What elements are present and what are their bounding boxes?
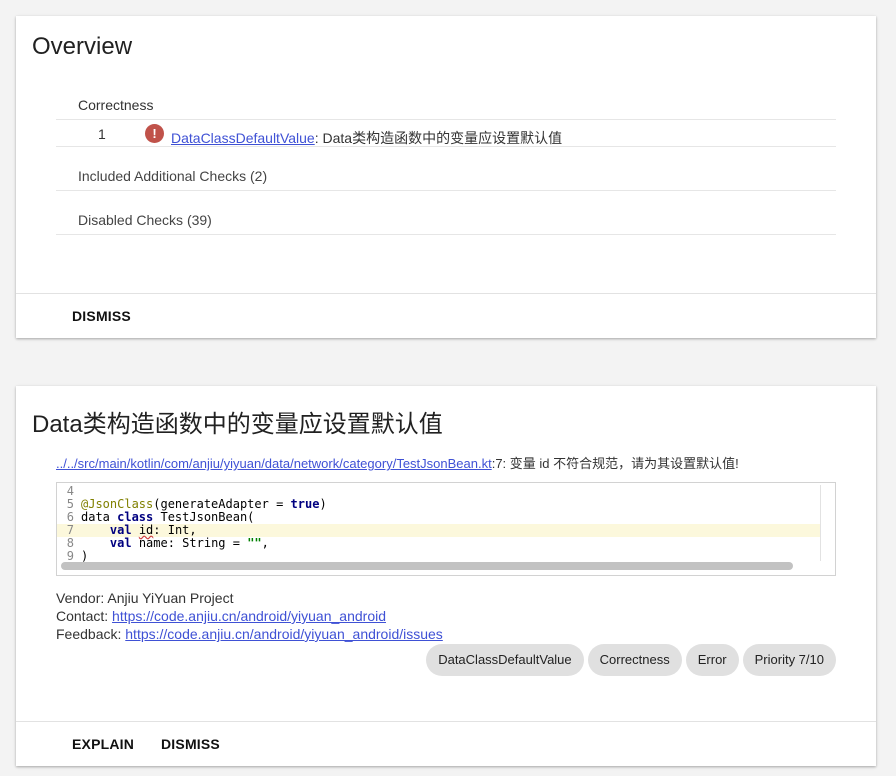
- issue-count: 1: [98, 126, 106, 142]
- feedback-link[interactable]: https://code.anjiu.cn/android/yiyuan_and…: [125, 626, 443, 642]
- code-text: name: String =: [131, 536, 248, 550]
- code-warning: id: [138, 523, 154, 537]
- issue-row: 1 ! DataClassDefaultValue: Data类构造函数中的变量…: [56, 120, 836, 147]
- error-icon: !: [145, 124, 164, 143]
- code-annotation: @JsonClass: [81, 497, 154, 511]
- overview-table: Correctness 1 ! DataClassDefaultValue: D…: [56, 91, 836, 235]
- vendor-line: Vendor: Anjiu YiYuan Project: [56, 589, 233, 607]
- code-keyword: class: [117, 510, 154, 524]
- issue-location: ../../src/main/kotlin/com/anjiu/yiyuan/d…: [56, 453, 739, 472]
- overview-actions: DISMISS: [16, 293, 876, 338]
- category-header: Correctness: [56, 91, 836, 120]
- code-text: (generateAdapter =: [153, 497, 291, 511]
- horizontal-scrollbar[interactable]: [61, 562, 793, 570]
- feedback-label: Feedback:: [56, 626, 126, 642]
- included-checks-toggle[interactable]: Included Additional Checks (2): [56, 147, 836, 191]
- code-text: ): [319, 497, 327, 511]
- overview-title: Overview: [32, 33, 133, 60]
- contact-link[interactable]: https://code.anjiu.cn/android/yiyuan_and…: [112, 608, 386, 624]
- vendor-label: Vendor:: [56, 590, 108, 606]
- code-text: ): [81, 549, 89, 563]
- location-message: :7: 变量 id 不符合规范，请为其设置默认值!: [491, 456, 739, 471]
- vendor-name: Anjiu YiYuan Project: [107, 590, 234, 606]
- chip-priority: Priority 7/10: [742, 644, 836, 676]
- code-keyword: true: [290, 497, 320, 511]
- contact-label: Contact:: [56, 608, 113, 624]
- code-string: "": [247, 536, 262, 550]
- issue-message: : Data类构造函数中的变量应设置默认值: [314, 130, 563, 146]
- chip-category: Correctness: [587, 644, 682, 676]
- code-snippet: 4 5 @JsonClass(generateAdapter = true) 6d…: [56, 482, 836, 576]
- disabled-checks-toggle[interactable]: Disabled Checks (39): [56, 191, 836, 235]
- overview-card: Overview Correctness 1 ! DataClassDefaul…: [16, 16, 876, 338]
- issue-chips: DataClassDefaultValue Correctness Error …: [426, 644, 836, 676]
- file-link[interactable]: ../../src/main/kotlin/com/anjiu/yiyuan/d…: [56, 456, 492, 471]
- dismiss-issue-button[interactable]: DISMISS: [161, 736, 220, 752]
- code-text: data: [81, 510, 118, 524]
- contact-line: Contact: https://code.anjiu.cn/android/y…: [56, 607, 386, 625]
- feedback-line: Feedback: https://code.anjiu.cn/android/…: [56, 625, 443, 643]
- code-text: ,: [261, 536, 269, 550]
- issue-title: Data类构造函数中的变量应设置默认值: [32, 411, 443, 438]
- code-line: 8 val name: String = "",: [57, 537, 820, 550]
- code-keyword: val: [109, 536, 132, 550]
- code-keyword: val: [109, 523, 132, 537]
- dismiss-button[interactable]: DISMISS: [72, 308, 131, 324]
- chip-severity: Error: [685, 644, 739, 676]
- code-lines: 4 5 @JsonClass(generateAdapter = true) 6d…: [57, 485, 821, 563]
- code-text: TestJsonBean(: [153, 510, 255, 524]
- issue-card: Data类构造函数中的变量应设置默认值 ../../src/main/kotli…: [16, 386, 876, 766]
- issue-actions: EXPLAIN DISMISS: [16, 721, 876, 766]
- explain-button[interactable]: EXPLAIN: [72, 736, 134, 752]
- issue-summary: DataClassDefaultValue: Data类构造函数中的变量应设置默…: [171, 128, 562, 148]
- issue-link[interactable]: DataClassDefaultValue: [171, 130, 315, 146]
- chip-issue-id: DataClassDefaultValue: [426, 644, 584, 676]
- code-text: : Int,: [153, 523, 197, 537]
